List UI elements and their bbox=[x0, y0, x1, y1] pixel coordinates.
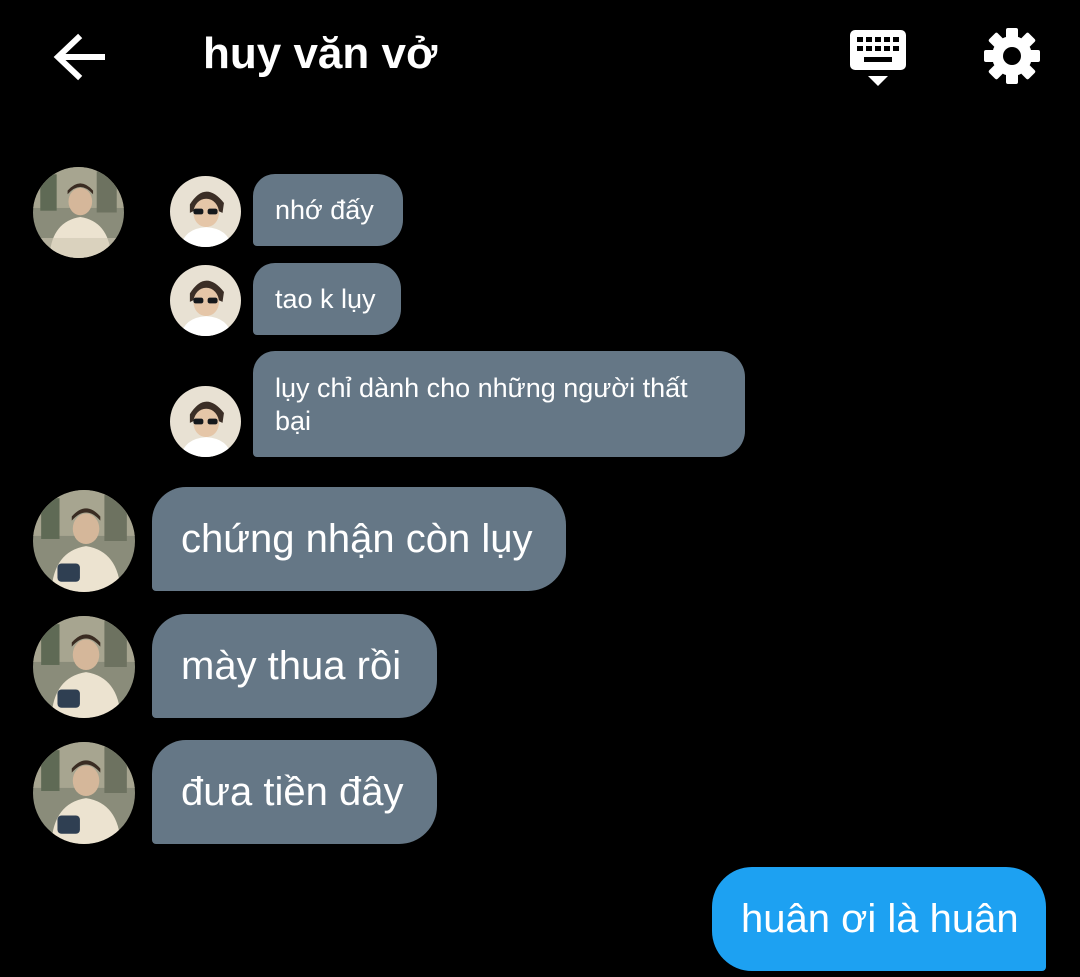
quoted-avatar bbox=[170, 386, 241, 457]
gear-icon bbox=[984, 28, 1040, 84]
quoted-message-bubble[interactable]: nhớ đấy bbox=[253, 174, 403, 246]
keyboard-hide-icon bbox=[850, 30, 906, 86]
incoming-message-bubble[interactable]: chứng nhận còn lụy bbox=[152, 487, 566, 591]
incoming-message-bubble[interactable]: đưa tiền đây bbox=[152, 740, 437, 844]
sender-avatar[interactable] bbox=[33, 616, 135, 718]
quoted-avatar bbox=[170, 176, 241, 247]
incoming-message-bubble[interactable]: mày thua rồi bbox=[152, 614, 437, 718]
quoted-message-bubble[interactable]: tao k lụy bbox=[253, 263, 401, 335]
keyboard-toggle-button[interactable] bbox=[846, 26, 910, 90]
quoted-avatar bbox=[170, 265, 241, 336]
sender-avatar[interactable] bbox=[33, 167, 124, 258]
arrow-left-icon bbox=[53, 33, 105, 81]
outgoing-message-bubble[interactable]: huân ơi là huân bbox=[712, 867, 1046, 971]
chat-title: huy văn vở bbox=[203, 29, 438, 78]
back-button[interactable] bbox=[50, 30, 110, 84]
message-text: huân ơi là huân bbox=[741, 897, 1019, 941]
message-text: tao k lụy bbox=[275, 283, 376, 314]
top-bar: huy văn vở bbox=[0, 0, 1080, 112]
message-text: nhớ đấy bbox=[275, 194, 374, 225]
sender-avatar[interactable] bbox=[33, 742, 135, 844]
message-text: đưa tiền đây bbox=[181, 770, 404, 814]
message-text: chứng nhận còn lụy bbox=[181, 517, 533, 561]
quoted-message-bubble[interactable]: lụy chỉ dành cho những người thất bại bbox=[253, 351, 745, 457]
settings-button[interactable] bbox=[982, 26, 1042, 86]
message-text: lụy chỉ dành cho những người thất bại bbox=[275, 373, 688, 436]
message-text: mày thua rồi bbox=[181, 644, 402, 688]
sender-avatar[interactable] bbox=[33, 490, 135, 592]
